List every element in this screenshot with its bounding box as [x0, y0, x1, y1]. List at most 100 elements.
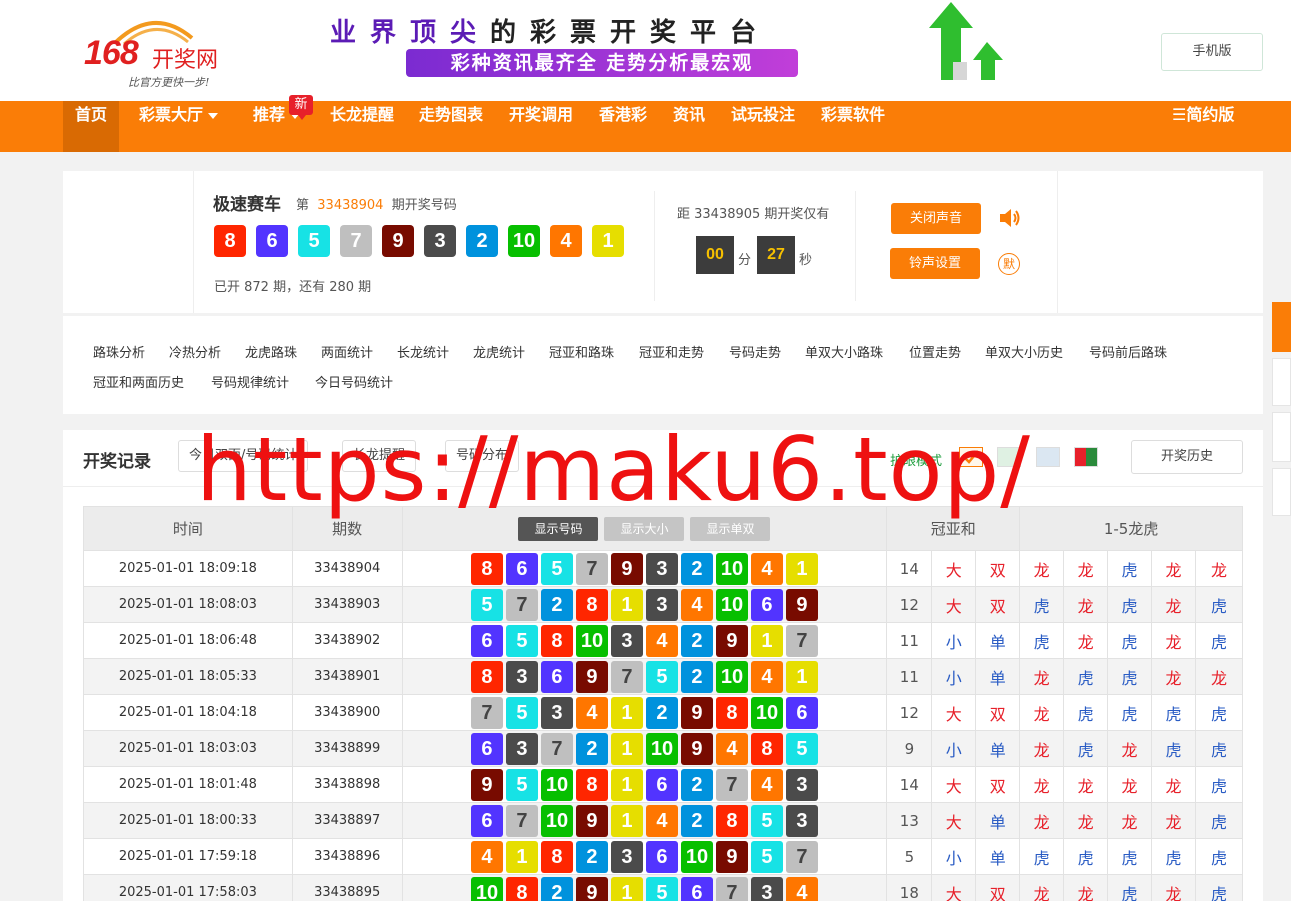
number-ball: 3 [645, 552, 678, 585]
row-dragon-tiger: 虎 [1107, 658, 1152, 695]
row-dragon-tiger: 龙 [1151, 658, 1196, 695]
row-dragon-tiger: 虎 [1194, 838, 1244, 875]
row-dragon-tiger: 龙 [1019, 658, 1065, 695]
link-position-trend[interactable]: 位置走势 [909, 342, 961, 361]
row-sum: 13 [886, 802, 933, 839]
nav-lottery-hall[interactable]: 彩票大厅 [139, 101, 219, 152]
number-ball: 10 [540, 768, 573, 801]
site-logo[interactable]: 168 开奖网 比官方更快一步! [84, 12, 244, 90]
row-dragon-tiger: 虎 [1151, 730, 1196, 767]
nav-trend-charts[interactable]: 走势图表 [419, 101, 483, 152]
number-ball: 3 [610, 840, 643, 873]
sound-off-button[interactable]: 关闭声音 [891, 203, 981, 234]
current-issue: 第 33438904 期开奖号码 [296, 194, 457, 213]
countdown-minutes: 00 [696, 236, 734, 274]
number-ball: 9 [715, 624, 748, 657]
row-dragon-tiger: 龙 [1019, 802, 1065, 839]
number-ball: 10 [680, 840, 713, 873]
mute-icon[interactable]: 默 [998, 253, 1020, 275]
row-odd-even: 单 [975, 802, 1021, 839]
link-two-side-stats[interactable]: 两面统计 [321, 342, 373, 361]
nav-trial-bet[interactable]: 试玩投注 [731, 101, 795, 152]
row-sum: 12 [886, 694, 933, 731]
float-feedback-button[interactable] [1272, 412, 1291, 462]
second-unit: 秒 [799, 253, 813, 268]
records-table: 时间 期数 显示号码 显示大小 显示单双 冠亚和 1-5龙虎 2025-01-01 … [83, 506, 1244, 901]
row-time: 2025-01-01 18:00:33 [83, 802, 293, 839]
ring-settings-button[interactable]: 铃声设置 [890, 248, 980, 279]
link-number-trend[interactable]: 号码走势 [729, 342, 781, 361]
number-ball: 7 [470, 696, 503, 729]
draw-history-button[interactable]: 开奖历史 [1131, 440, 1243, 474]
number-ball: 2 [645, 696, 678, 729]
nav-software[interactable]: 彩票软件 [821, 101, 885, 152]
nav-result-api[interactable]: 开奖调用 [509, 101, 573, 152]
number-ball: 8 [575, 588, 608, 621]
row-numbers: 4 1 8 2 3 6 10 9 5 7 [401, 838, 888, 875]
number-ball: 6 [470, 732, 503, 765]
issue-suffix: 期开奖号码 [391, 198, 457, 213]
row-numbers: 10 8 2 9 1 5 6 7 3 4 [401, 874, 888, 901]
theme-swatch-color[interactable] [1074, 447, 1098, 467]
number-ball: 3 [505, 732, 538, 765]
number-ball: 4 [645, 804, 678, 837]
float-app-button[interactable] [1272, 358, 1291, 406]
number-ball: 7 [785, 624, 818, 657]
row-numbers: 5 7 2 8 1 3 4 10 6 9 [401, 586, 888, 623]
number-ball: 10 [575, 624, 608, 657]
number-ball: 1 [505, 840, 538, 873]
row-time: 2025-01-01 18:06:48 [83, 622, 293, 659]
table-row: 2025-01-01 18:04:18 33438900 7 5 3 4 1 2 9 8 10 6 12… [83, 694, 1244, 731]
divider [654, 191, 655, 301]
row-dragon-tiger: 虎 [1194, 694, 1244, 731]
row-numbers: 8 6 5 7 9 3 2 10 4 1 [401, 550, 888, 587]
minute-unit: 分 [738, 253, 752, 268]
row-dragon-tiger: 龙 [1107, 802, 1152, 839]
link-odd-even-size-bead[interactable]: 单双大小路珠 [805, 342, 883, 361]
float-service-button[interactable] [1272, 302, 1291, 352]
analysis-links-panel [63, 316, 1263, 414]
row-time: 2025-01-01 18:01:48 [83, 766, 293, 803]
mobile-version-button[interactable]: 手机版 [1161, 33, 1263, 71]
link-long-dragon-stats[interactable]: 长龙统计 [397, 342, 449, 361]
number-ball: 6 [505, 552, 538, 585]
nav-news[interactable]: 资讯 [673, 101, 705, 152]
number-ball: 9 [610, 552, 643, 585]
link-sum-trend[interactable]: 冠亚和走势 [639, 342, 704, 361]
link-sum-bead[interactable]: 冠亚和路珠 [549, 342, 614, 361]
number-ball: 5 [750, 804, 783, 837]
link-dragon-tiger-stats[interactable]: 龙虎统计 [473, 342, 525, 361]
number-ball: 6 [470, 804, 503, 837]
link-today-number-stats[interactable]: 今日号码统计 [315, 372, 393, 391]
row-sum: 14 [886, 550, 933, 587]
float-top-button[interactable] [1272, 468, 1291, 516]
nav-long-dragon[interactable]: 长龙提醒 [330, 101, 394, 152]
link-road-bead[interactable]: 路珠分析 [93, 342, 145, 361]
logo-slogan: 比官方更快一步! [128, 76, 210, 89]
theme-swatch-blue[interactable] [1036, 447, 1060, 467]
link-sum-two-side-history[interactable]: 冠亚和两面历史 [93, 372, 184, 391]
nav-home[interactable]: 首页 [63, 101, 120, 152]
row-dragon-tiger: 龙 [1019, 694, 1065, 731]
row-issue: 33438901 [291, 658, 403, 695]
number-ball: 8 [540, 624, 573, 657]
link-number-pattern[interactable]: 号码规律统计 [211, 372, 289, 391]
row-dragon-tiger: 虎 [1151, 838, 1196, 875]
simple-mode-link[interactable]: ☰简约版 [1172, 101, 1234, 152]
speaker-icon[interactable] [998, 207, 1022, 229]
nav-hk-lottery[interactable]: 香港彩 [599, 101, 647, 152]
row-dragon-tiger: 龙 [1019, 730, 1065, 767]
number-ball: 9 [715, 840, 748, 873]
row-issue: 33438899 [291, 730, 403, 767]
row-numbers: 8 3 6 9 7 5 2 10 4 1 [401, 658, 888, 695]
number-ball: 6 [645, 768, 678, 801]
link-front-back-bead[interactable]: 号码前后路珠 [1089, 342, 1167, 361]
table-row: 2025-01-01 18:01:48 33438898 9 5 10 8 1 6 2 7 4 3 14… [83, 766, 1244, 803]
link-dragon-tiger-bead[interactable]: 龙虎路珠 [245, 342, 297, 361]
number-ball: 1 [610, 588, 643, 621]
number-ball: 6 [470, 624, 503, 657]
row-dragon-tiger: 虎 [1194, 802, 1244, 839]
link-odd-even-size-history[interactable]: 单双大小历史 [985, 342, 1063, 361]
number-ball: 3 [505, 660, 538, 693]
link-hot-cold[interactable]: 冷热分析 [169, 342, 221, 361]
